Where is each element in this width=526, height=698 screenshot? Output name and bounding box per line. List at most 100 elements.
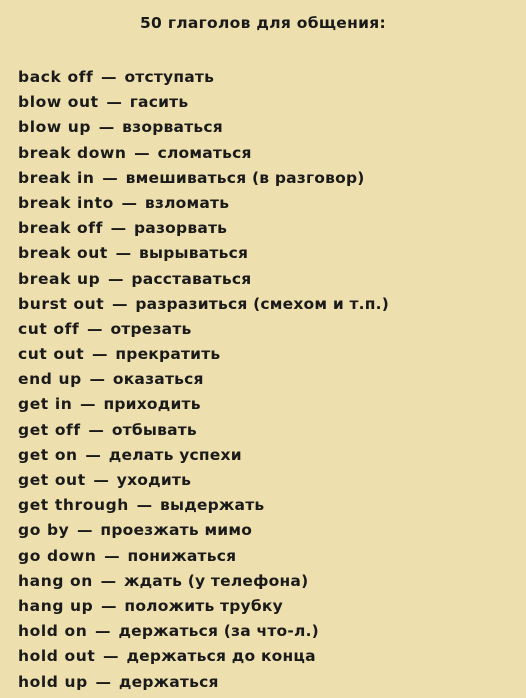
verb-separator-dash: — [104, 546, 120, 565]
verb-russian: вмешиваться (в разговор) [125, 168, 365, 187]
phrasal-verb-list: back off — отступать blow out — гасить blo… [18, 65, 518, 695]
verb-separator-dash: — [100, 571, 117, 590]
list-item: break in — вмешиваться (в разговор) [18, 166, 518, 191]
verb-russian: приходить [103, 395, 201, 414]
verb-english: blow up [18, 118, 92, 137]
verb-separator-dash: — [121, 193, 138, 212]
verb-english: hang on [18, 571, 93, 590]
verb-russian: отрезать [110, 319, 192, 338]
verb-separator-dash: — [111, 294, 128, 313]
verb-russian: сломаться [157, 143, 252, 162]
list-item: get on — делать успехи [18, 443, 518, 468]
list-item: hang on — ждать (у телефона) [18, 569, 518, 594]
verb-english: break into [18, 193, 114, 212]
verb-russian: уходить [116, 471, 192, 489]
verb-separator-dash: — [102, 168, 118, 187]
verb-separator-dash: — [134, 143, 150, 162]
verb-separator-dash: — [93, 471, 110, 489]
list-item: break off — разорвать [18, 216, 518, 241]
verb-english: cut out [18, 345, 85, 364]
list-item: burst out — разразиться (смехом и т.п.) [18, 292, 518, 317]
verb-separator-dash: — [89, 370, 106, 389]
list-item: blow up — взорваться [18, 115, 518, 140]
list-item: get through — выдержать [18, 493, 518, 518]
verb-english: hang up [18, 596, 94, 615]
verb-separator-dash: — [103, 647, 119, 666]
verb-separator-dash: — [85, 445, 102, 464]
verb-english: break in [18, 168, 95, 187]
vocabulary-sheet: 50 глаголов для общения: back off — отст… [0, 0, 526, 698]
verb-english: break down [18, 143, 127, 162]
verb-russian: понижаться [127, 546, 237, 565]
verb-separator-dash: — [101, 68, 117, 86]
verb-separator-dash: — [91, 345, 108, 364]
list-item: hold up — держаться [18, 670, 518, 695]
verb-russian: оказаться [112, 370, 204, 389]
verb-english: go by [18, 521, 70, 540]
verb-english: get out [18, 471, 86, 489]
verb-english: hold out [18, 647, 96, 666]
verb-english: hold up [18, 672, 88, 691]
verb-russian: положить трубку [124, 596, 283, 615]
verb-english: go down [18, 546, 97, 565]
verb-russian: отступать [124, 68, 215, 86]
verb-russian: взорваться [122, 118, 223, 137]
list-item: hold out — держаться до конца [18, 644, 518, 669]
verb-russian: гасить [129, 93, 189, 112]
verb-english: break up [18, 269, 101, 288]
verb-russian: делать успехи [108, 445, 242, 464]
verb-russian: ждать (у телефона) [123, 571, 309, 590]
verb-separator-dash: — [101, 596, 117, 615]
verb-english: hold on [18, 622, 88, 641]
verb-separator-dash: — [115, 244, 132, 263]
verb-separator-dash: — [108, 269, 124, 288]
verb-russian: расставаться [131, 269, 252, 288]
verb-russian: выдержать [159, 496, 265, 515]
verb-russian: держаться (за что-л.) [118, 622, 319, 641]
verb-english: end up [18, 370, 82, 389]
list-item: break up — расставаться [18, 267, 518, 292]
verb-english: cut off [18, 319, 80, 338]
verb-english: break out [18, 244, 108, 263]
verb-separator-dash: — [87, 319, 103, 338]
list-item: go by — проезжать мимо [18, 518, 518, 543]
list-item: get in — приходить [18, 392, 518, 417]
verb-separator-dash: — [88, 420, 105, 439]
verb-english: get on [18, 445, 78, 464]
verb-english: get in [18, 395, 73, 414]
list-item: break out — вырываться [18, 241, 518, 266]
list-item: go down — понижаться [18, 544, 518, 569]
verb-english: break off [18, 219, 103, 238]
verb-separator-dash: — [110, 219, 127, 238]
verb-english: get off [18, 420, 81, 439]
list-item: cut off — отрезать [18, 317, 518, 342]
verb-english: burst out [18, 294, 105, 313]
verb-separator-dash: — [77, 521, 93, 540]
verb-english: back off [18, 68, 94, 86]
verb-russian: вырываться [138, 244, 249, 263]
list-item: hang up — положить трубку [18, 594, 518, 619]
list-item: get out — уходить [18, 468, 518, 493]
list-item: break into — взломать [18, 191, 518, 216]
list-item: hold on — держаться (за что-л.) [18, 619, 518, 644]
verb-separator-dash: — [98, 118, 115, 137]
list-item: break down — сломаться [18, 141, 518, 166]
list-item: back off — отступать [18, 65, 518, 90]
verb-russian: держаться [118, 672, 219, 691]
verb-russian: разорвать [134, 219, 228, 238]
verb-english: blow out [18, 93, 99, 112]
verb-russian: прекратить [115, 345, 221, 364]
verb-russian: отбывать [111, 420, 197, 439]
list-item: end up — оказаться [18, 367, 518, 392]
verb-russian: разразиться (смехом и т.п.) [135, 294, 390, 313]
verb-separator-dash: — [136, 496, 153, 515]
verb-english: get through [18, 496, 129, 515]
verb-russian: проезжать мимо [100, 521, 253, 540]
verb-separator-dash: — [80, 395, 96, 414]
verb-separator-dash: — [106, 93, 123, 112]
verb-separator-dash: — [95, 672, 112, 691]
list-item: get off — отбывать [18, 418, 518, 443]
list-item: cut out — прекратить [18, 342, 518, 367]
verb-russian: взломать [144, 193, 230, 212]
verb-separator-dash: — [95, 622, 111, 641]
